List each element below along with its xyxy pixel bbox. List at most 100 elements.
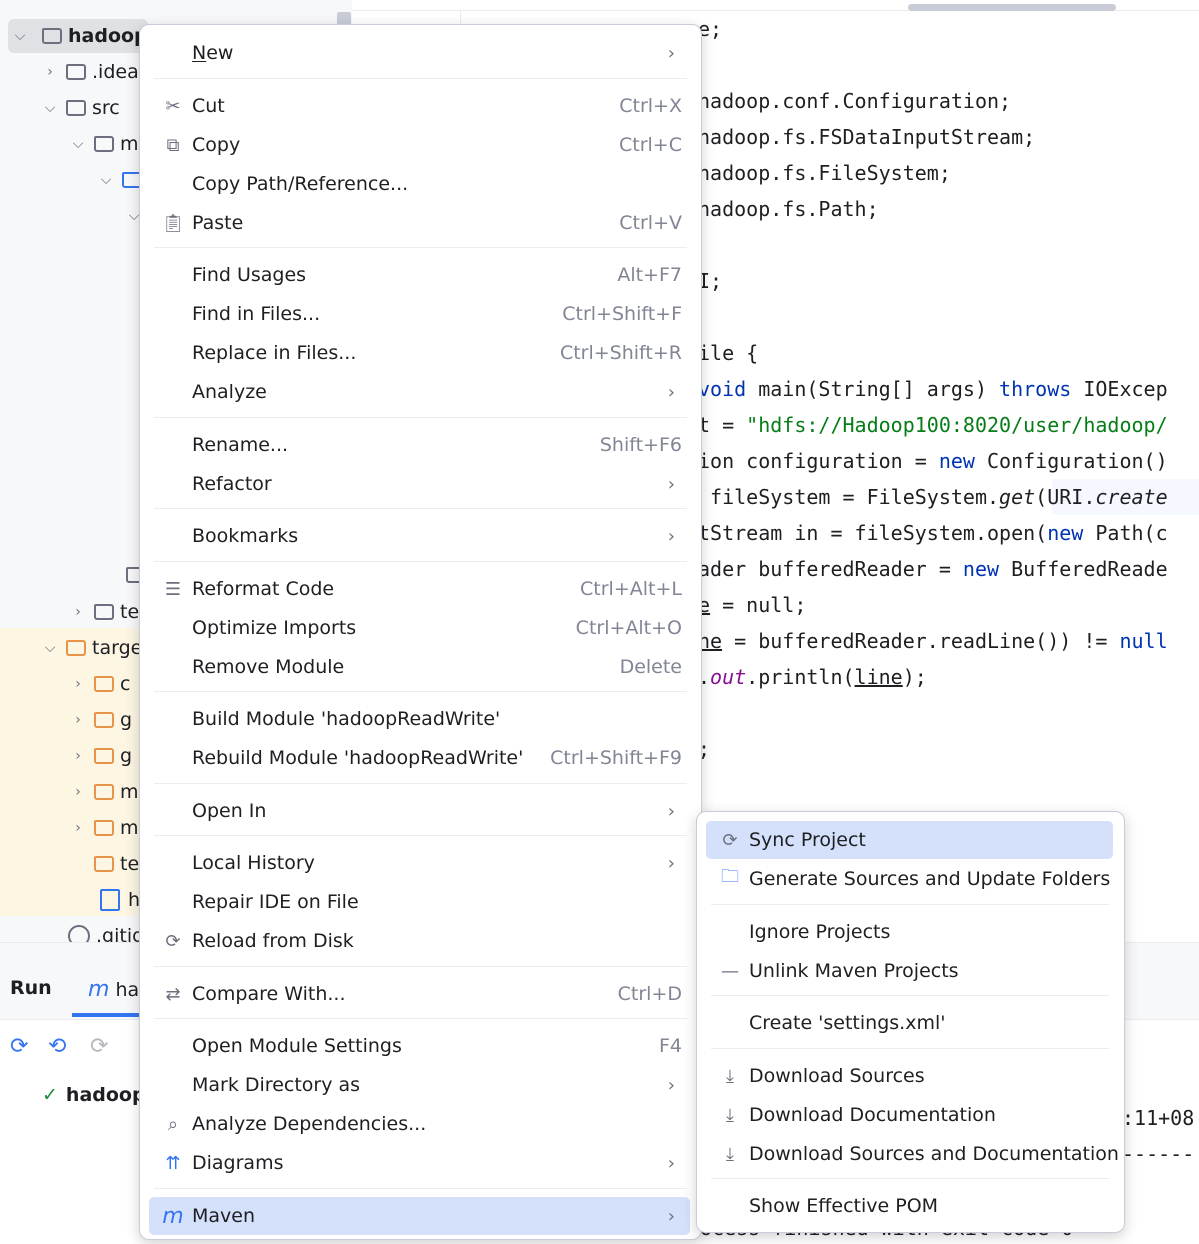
menu-item-replace-in-files[interactable]: Replace in Files... Ctrl+Shift+R bbox=[149, 334, 690, 372]
tree-item-label: m bbox=[120, 817, 139, 839]
chevron-right-icon: › bbox=[667, 525, 675, 547]
menu-item-diagrams[interactable]: ⇈ Diagrams › bbox=[149, 1144, 690, 1182]
menu-item-build-module[interactable]: Build Module 'hadoopReadWrite' bbox=[149, 700, 690, 738]
menu-item-optimize-imports[interactable]: Optimize Imports Ctrl+Alt+O bbox=[149, 609, 690, 647]
menu-item-mark-directory[interactable]: Mark Directory as › bbox=[149, 1066, 690, 1104]
menu-item-download-both[interactable]: ⤓ Download Sources and Documentation bbox=[706, 1135, 1119, 1173]
tree-item-jar[interactable]: h bbox=[88, 883, 140, 917]
menu-item-reload-from-disk[interactable]: ⟳ Reload from Disk bbox=[149, 922, 690, 960]
tree-item-src[interactable]: ⌵ src bbox=[40, 91, 120, 125]
chevron-down-icon[interactable]: ⌵ bbox=[40, 638, 60, 658]
compare-icon: ⇄ bbox=[165, 983, 181, 1005]
menu-separator bbox=[154, 691, 687, 692]
download-icon: ⤓ bbox=[726, 1065, 734, 1087]
menu-item-reformat-code[interactable]: ☰ Reformat Code Ctrl+Alt+L bbox=[149, 570, 690, 608]
excluded-folder-icon bbox=[94, 784, 114, 800]
archive-file-icon bbox=[100, 889, 120, 911]
tree-item-label: hadoop bbox=[68, 25, 148, 47]
menu-item-analyze-dependencies[interactable]: ⌕ Analyze Dependencies... bbox=[149, 1105, 690, 1143]
rerun-icon[interactable]: ⟳ bbox=[10, 1035, 34, 1059]
menu-item-paste[interactable]: 📋︎ Paste Ctrl+V bbox=[149, 204, 690, 242]
menu-item-shortcut: Ctrl+Shift+F9 bbox=[550, 747, 682, 769]
menu-item-refactor[interactable]: Refactor › bbox=[149, 465, 690, 503]
chevron-right-icon[interactable]: › bbox=[68, 746, 88, 766]
stop-icon[interactable]: ⟳ bbox=[90, 1035, 114, 1059]
menu-item-effective-pom[interactable]: Show Effective POM bbox=[706, 1187, 1113, 1225]
menu-item-ignore-projects[interactable]: Ignore Projects bbox=[706, 913, 1113, 951]
run-configuration-tab[interactable]: m ha bbox=[88, 977, 139, 1002]
tree-item-generated-1[interactable]: › g bbox=[68, 703, 132, 737]
chevron-right-icon[interactable]: › bbox=[68, 818, 88, 838]
excluded-folder-icon bbox=[94, 748, 114, 764]
tree-item-label: te bbox=[120, 601, 140, 623]
chevron-right-icon[interactable]: › bbox=[68, 602, 88, 622]
menu-item-copy[interactable]: ⧉ Copy Ctrl+C bbox=[149, 126, 690, 164]
menu-item-analyze[interactable]: Analyze › bbox=[149, 373, 690, 411]
tree-item-hadoop-root[interactable]: ⌵ hadoop bbox=[10, 19, 148, 53]
menu-item-label: Diagrams bbox=[192, 1152, 284, 1174]
menu-item-remove-module[interactable]: Remove Module Delete bbox=[149, 648, 690, 686]
menu-item-shortcut: Ctrl+C bbox=[619, 134, 682, 156]
chevron-down-icon[interactable]: ⌵ bbox=[10, 26, 30, 46]
code-line: hadoop.conf.Configuration; bbox=[698, 89, 1012, 113]
tree-item-test-classes[interactable]: te bbox=[88, 847, 139, 881]
menu-item-generate-sources[interactable]: 🗀︎ Generate Sources and Update Folders bbox=[706, 860, 1113, 898]
reload-icon: ⟳ bbox=[165, 930, 181, 952]
menu-item-cut[interactable]: ✂ Cut Ctrl+X bbox=[149, 87, 690, 125]
menu-item-copy-path[interactable]: Copy Path/Reference... bbox=[149, 165, 690, 203]
chevron-right-icon[interactable]: › bbox=[68, 782, 88, 802]
menu-item-find-usages[interactable]: Find Usages Alt+F7 bbox=[149, 256, 690, 294]
menu-item-sync-project[interactable]: ⟳ Sync Project bbox=[706, 821, 1113, 859]
code-line: hadoop.fs.Path; bbox=[698, 197, 879, 221]
dependencies-icon: ⌕ bbox=[167, 1113, 179, 1135]
menu-item-bookmarks[interactable]: Bookmarks › bbox=[149, 517, 690, 555]
sync-icon: ⟳ bbox=[722, 829, 738, 851]
code-line: hadoop.fs.FSDataInputStream; bbox=[698, 125, 1036, 149]
menu-item-rename[interactable]: Rename... Shift+F6 bbox=[149, 426, 690, 464]
chevron-right-icon[interactable]: › bbox=[68, 674, 88, 694]
chevron-down-icon[interactable]: ⌵ bbox=[40, 98, 60, 118]
tree-item-classes[interactable]: › c bbox=[68, 667, 130, 701]
chevron-right-icon: › bbox=[667, 1152, 675, 1174]
menu-item-maven[interactable]: m Maven › bbox=[149, 1197, 690, 1235]
tree-item-generated-2[interactable]: › g bbox=[68, 739, 132, 773]
menu-separator bbox=[154, 561, 687, 562]
tree-item-test[interactable]: › te bbox=[68, 595, 139, 629]
menu-item-shortcut: Shift+F6 bbox=[599, 434, 682, 456]
chevron-down-icon[interactable]: ⌵ bbox=[68, 134, 88, 154]
menu-item-module-settings[interactable]: Open Module Settings F4 bbox=[149, 1027, 690, 1065]
menu-item-local-history[interactable]: Local History › bbox=[149, 844, 690, 882]
tree-item-maven-1[interactable]: › m bbox=[68, 775, 138, 809]
menu-item-create-settings[interactable]: Create 'settings.xml' bbox=[706, 1004, 1113, 1042]
menu-item-new[interactable]: New › bbox=[149, 34, 690, 72]
chevron-right-icon: › bbox=[667, 473, 675, 495]
menu-separator bbox=[154, 1018, 687, 1019]
tree-item-main[interactable]: ⌵ m bbox=[68, 127, 139, 161]
menu-item-shortcut: F4 bbox=[658, 1035, 682, 1057]
chevron-down-icon[interactable]: ⌵ bbox=[96, 170, 116, 190]
menu-item-download-documentation[interactable]: ⤓ Download Documentation bbox=[706, 1096, 1113, 1134]
chevron-right-icon[interactable]: › bbox=[68, 710, 88, 730]
editor-horizontal-scrollbar[interactable] bbox=[908, 4, 1116, 11]
rerun-failed-icon[interactable]: ⟲ bbox=[48, 1035, 72, 1059]
menu-separator bbox=[154, 783, 687, 784]
menu-item-rebuild-module[interactable]: Rebuild Module 'hadoopReadWrite' Ctrl+Sh… bbox=[149, 739, 690, 777]
menu-item-unlink-projects[interactable]: — Unlink Maven Projects bbox=[706, 952, 1113, 990]
menu-item-label: Cut bbox=[192, 95, 225, 117]
run-tree-item[interactable]: ✓ hadoop bbox=[42, 1084, 146, 1106]
tree-item-maven-2[interactable]: › m bbox=[68, 811, 139, 845]
menu-item-repair-ide[interactable]: Repair IDE on File bbox=[149, 883, 690, 921]
run-item-label: hadoop bbox=[65, 1084, 146, 1106]
menu-item-download-sources[interactable]: ⤓ Download Sources bbox=[706, 1057, 1113, 1095]
tree-item-label: targe bbox=[92, 637, 143, 659]
menu-separator bbox=[154, 247, 687, 248]
chevron-right-icon[interactable]: › bbox=[40, 62, 60, 82]
tree-item-target[interactable]: ⌵ targe bbox=[40, 631, 143, 665]
menu-item-compare-with[interactable]: ⇄ Compare With... Ctrl+D bbox=[149, 975, 690, 1013]
menu-item-label: Find in Files... bbox=[192, 303, 321, 325]
menu-item-open-in[interactable]: Open In › bbox=[149, 792, 690, 830]
menu-item-find-in-files[interactable]: Find in Files... Ctrl+Shift+F bbox=[149, 295, 690, 333]
menu-item-shortcut: Ctrl+Alt+O bbox=[575, 617, 682, 639]
diagram-icon: ⇈ bbox=[165, 1152, 181, 1174]
tree-item-idea[interactable]: › .idea bbox=[40, 55, 139, 89]
